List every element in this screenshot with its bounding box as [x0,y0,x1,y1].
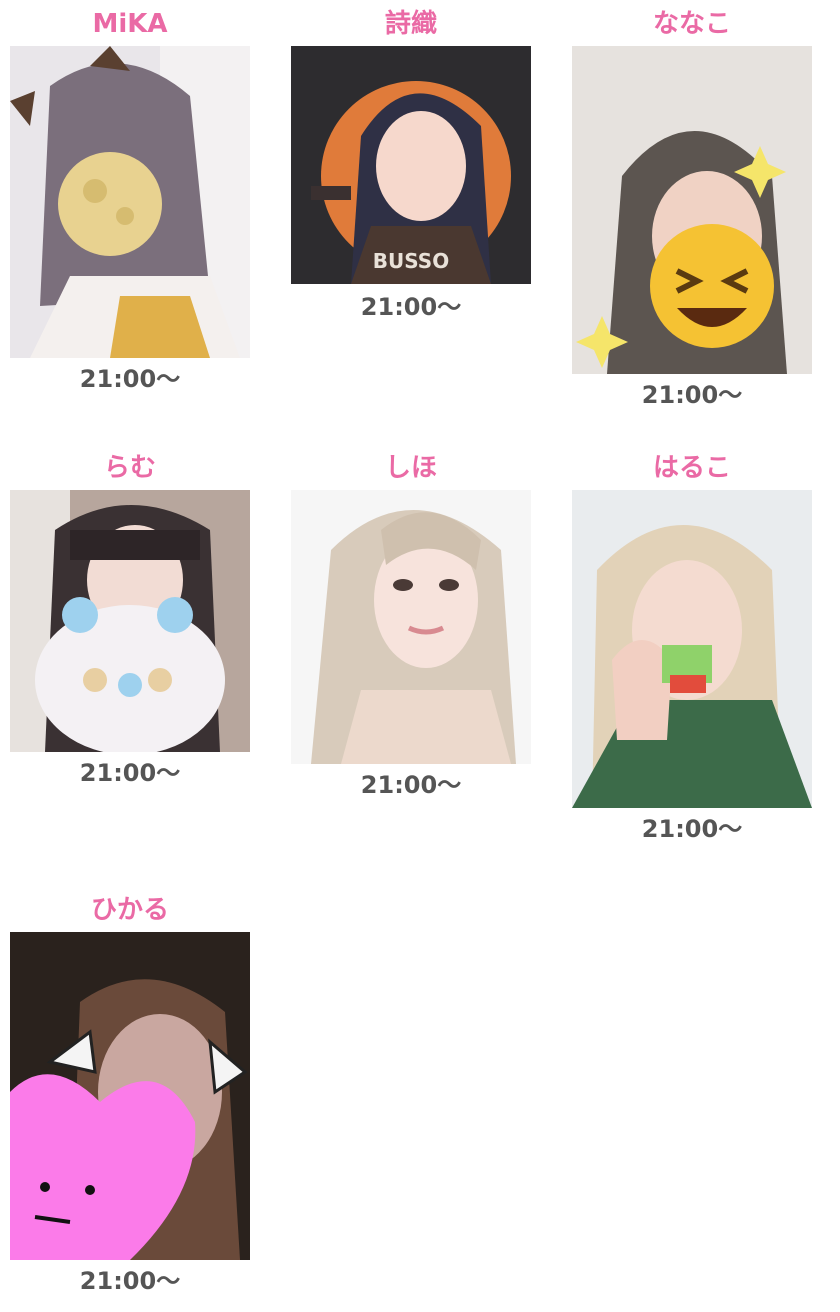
cast-photo[interactable] [572,490,812,808]
start-time: 21:00〜 [79,1267,181,1295]
cast-photo[interactable] [10,490,250,752]
start-time: 21:00〜 [360,771,462,799]
cast-name[interactable]: ひかる [10,894,250,926]
cast-photo-image: BUSSO [291,46,531,284]
start-time: 21:00〜 [641,381,743,409]
cast-photo-image [10,932,250,1260]
cast-photo[interactable]: BUSSO [291,46,531,284]
start-time: 21:00〜 [79,759,181,787]
cast-card-shiori[interactable]: 詩織 BUSSO 21:00〜 [291,8,531,328]
cast-photo[interactable] [291,490,531,764]
start-time: 21:00〜 [79,365,181,393]
cast-name[interactable]: はるこ [572,452,812,484]
cast-photo-image [10,46,250,358]
cast-photo-image [10,490,250,752]
cast-name[interactable]: らむ [10,452,250,484]
cast-name[interactable]: 詩織 [291,8,531,40]
cast-card-hikaru[interactable]: ひかる 21:00〜 [10,894,250,1304]
cast-photo[interactable] [10,932,250,1260]
shirt-text: BUSSO [373,249,449,273]
cast-name[interactable]: MiKA [10,8,250,40]
start-time: 21:00〜 [360,293,462,321]
cast-photo[interactable] [572,46,812,374]
cast-card-haruko[interactable]: はるこ 21:00〜 [572,452,812,847]
start-time: 21:00〜 [641,815,743,843]
cast-card-shiho[interactable]: しほ 21:00〜 [291,452,531,812]
cast-name[interactable]: ななこ [572,8,812,40]
cast-card-nanako[interactable]: ななこ 21:00〜 [572,8,812,418]
cast-card-mika[interactable]: MiKA 21:00〜 [10,8,250,398]
cast-photo[interactable] [10,46,250,358]
cast-photo-image [572,46,812,374]
cast-card-ramu[interactable]: らむ 21:00〜 [10,452,250,802]
cast-name[interactable]: しほ [291,452,531,484]
cast-photo-image [572,490,812,808]
cast-photo-image [291,490,531,764]
